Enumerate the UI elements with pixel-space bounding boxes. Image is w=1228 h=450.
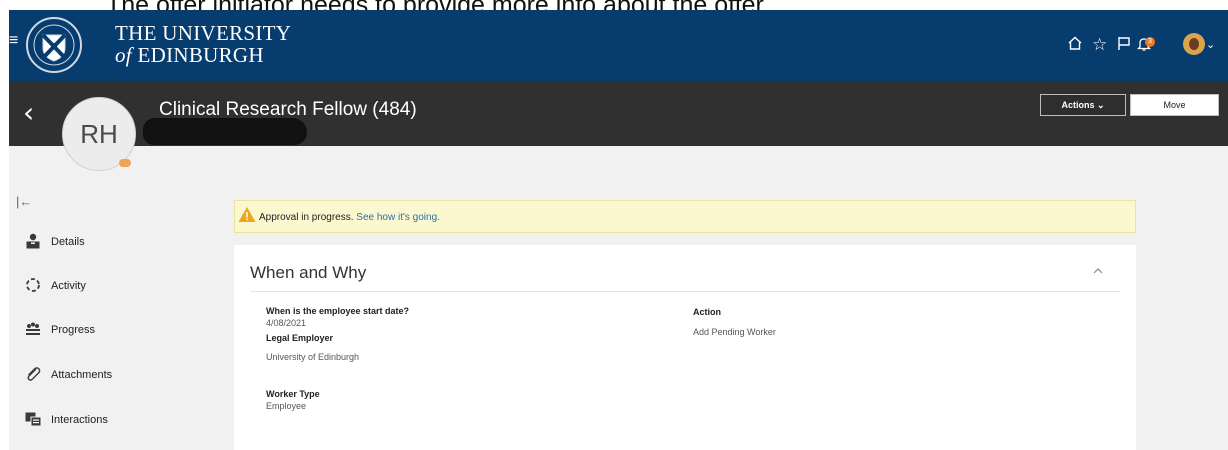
chevron-down-icon: ⌄ [1096, 100, 1105, 110]
nav-label-details: Details [51, 236, 85, 248]
redacted-name [143, 118, 307, 145]
star-icon[interactable]: ☆ [1092, 34, 1107, 56]
approval-banner: Approval in progress. See how it's going… [234, 200, 1136, 233]
actions-label: Actions [1061, 100, 1095, 110]
chevron-down-icon[interactable]: ⌄ [1206, 34, 1215, 56]
paperclip-icon [27, 367, 41, 381]
activity-icon [26, 278, 40, 292]
app-window: ≡ THE UNIVERSITY of EDINBURGH ☆ 3 ⌄ ‹ Cl… [9, 10, 1228, 450]
actions-button[interactable]: Actions ⌄ [1040, 94, 1126, 116]
see-how-its-going-link[interactable]: See how it's going. [356, 212, 440, 223]
progress-icon [26, 322, 40, 335]
notification-badge: 3 [1145, 37, 1155, 47]
brand-name-line1: THE UNIVERSITY [115, 21, 292, 45]
brand-edinburgh: EDINBURGH [131, 43, 264, 67]
banner-message: Approval in progress. See how it's going… [259, 212, 440, 224]
worker-type-value: Employee [266, 401, 307, 411]
start-date-value: 4/08/2021 [266, 318, 307, 328]
home-icon[interactable] [1067, 35, 1083, 51]
university-crest-logo[interactable] [25, 16, 83, 74]
nav-label-progress: Progress [51, 324, 96, 336]
nav-label-activity: Activity [51, 280, 86, 292]
legal-employer-label: Legal Employer [266, 333, 334, 343]
when-and-why-section: When and Why When is the employee start … [234, 245, 1136, 450]
flag-icon[interactable] [1117, 36, 1131, 51]
user-avatar[interactable] [1183, 33, 1205, 55]
warning-icon [238, 207, 256, 222]
legal-employer-value: University of Edinburgh [266, 352, 360, 362]
top-navigation-bar: ≡ THE UNIVERSITY of EDINBURGH ☆ 3 ⌄ [9, 10, 1228, 81]
banner-status-text: Approval in progress. [259, 212, 354, 223]
section-divider [250, 291, 1120, 292]
worker-type-label: Worker Type [266, 389, 320, 399]
collapse-panel-icon[interactable]: |← [16, 194, 32, 210]
brand-name-line2: of EDINBURGH [115, 44, 264, 66]
nav-label-interactions: Interactions [51, 414, 108, 426]
action-label: Action [693, 307, 721, 317]
interactions-icon [25, 412, 42, 427]
collapse-chevron-icon[interactable] [1092, 265, 1104, 277]
start-date-label: When is the employee start date? [266, 306, 410, 316]
section-title: When and Why [250, 263, 367, 282]
back-arrow-icon[interactable]: ‹ [23, 96, 34, 130]
nav-label-attachments: Attachments [51, 369, 113, 381]
brand-of: of [115, 43, 132, 67]
action-value: Add Pending Worker [693, 327, 776, 337]
avatar-face [1189, 38, 1199, 50]
person-icon [26, 233, 40, 249]
avatar-status-indicator [119, 159, 131, 167]
move-button[interactable]: Move [1130, 94, 1219, 116]
